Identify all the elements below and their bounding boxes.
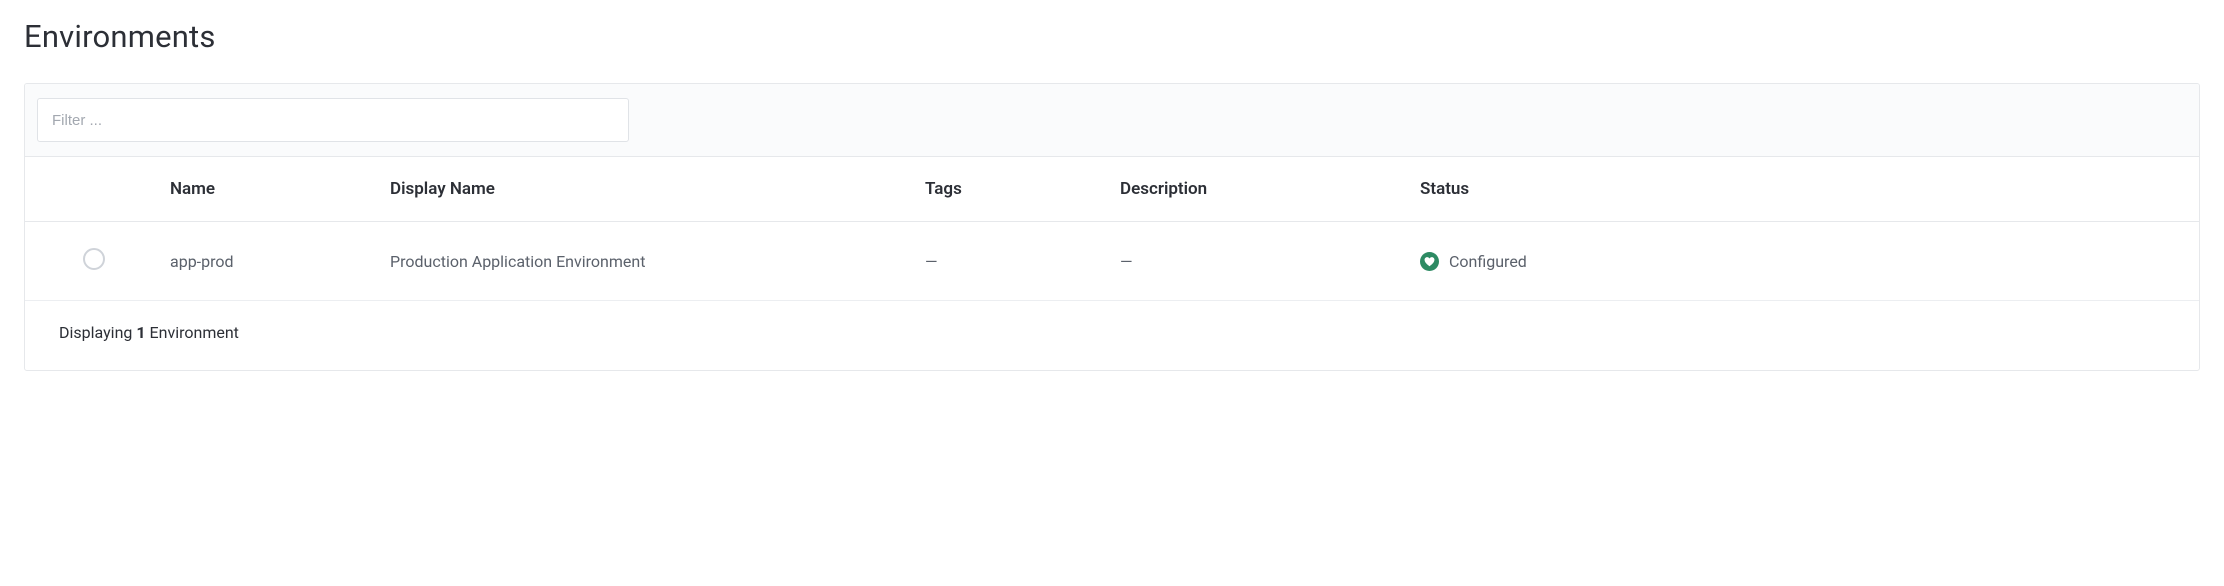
table-row[interactable]: app-prod Production Application Environm… [25, 222, 2199, 301]
row-status-label: Configured [1449, 252, 1527, 271]
heart-circle-icon [1420, 252, 1439, 271]
table-footer: Displaying 1 Environment [25, 301, 2199, 370]
col-header-tags[interactable]: Tags [925, 157, 1120, 222]
footer-count: 1 [136, 323, 145, 342]
panel-toolbar [25, 84, 2199, 157]
environments-table: Name Display Name Tags Description Statu… [25, 157, 2199, 301]
row-description: — [1120, 222, 1420, 301]
col-header-description[interactable]: Description [1120, 157, 1420, 222]
filter-input[interactable] [37, 98, 629, 142]
footer-suffix: Environment [146, 323, 239, 342]
page-title: Environments [24, 18, 2200, 55]
col-header-display-name[interactable]: Display Name [390, 157, 925, 222]
row-display-name: Production Application Environment [390, 222, 925, 301]
row-name: app-prod [170, 222, 390, 301]
footer-prefix: Displaying [59, 323, 136, 342]
col-header-name[interactable]: Name [170, 157, 390, 222]
col-header-status[interactable]: Status [1420, 157, 2199, 222]
table-header-row: Name Display Name Tags Description Statu… [25, 157, 2199, 222]
environments-panel: Name Display Name Tags Description Statu… [24, 83, 2200, 371]
row-radio[interactable] [83, 248, 105, 270]
col-header-select [25, 157, 170, 222]
row-select-cell [25, 222, 170, 301]
row-tags: — [925, 222, 1120, 301]
row-status-cell: Configured [1420, 222, 2199, 301]
